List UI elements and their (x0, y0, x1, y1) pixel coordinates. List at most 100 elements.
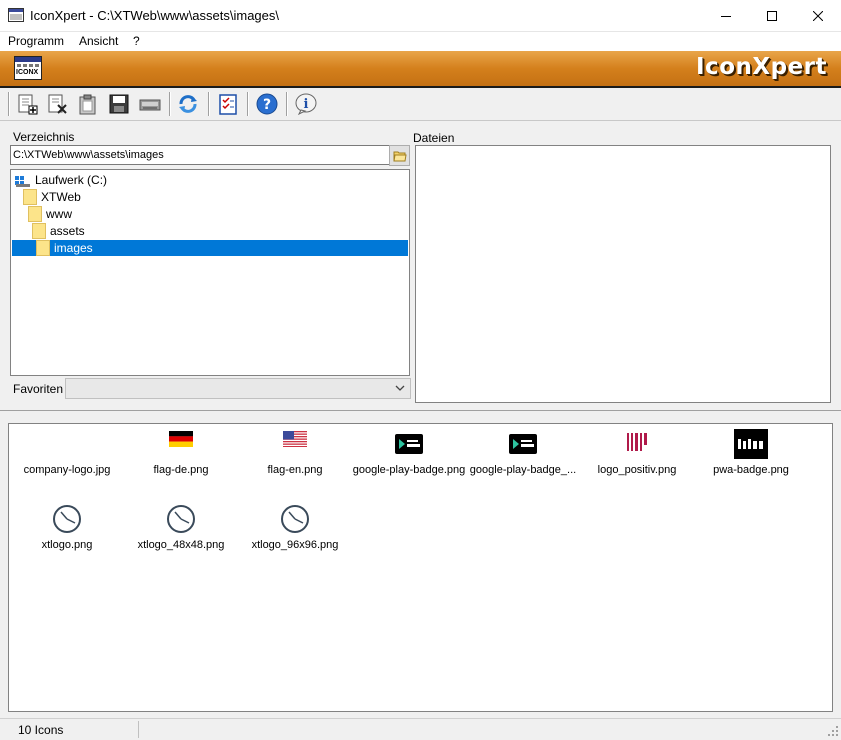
refresh-icon (179, 95, 197, 113)
save-disk-icon (109, 94, 129, 114)
open-folder-icon (392, 151, 407, 161)
toolbar-separator (169, 92, 171, 116)
browse-folder-button[interactable] (389, 145, 410, 166)
files-label: Dateien (413, 131, 455, 145)
toolbar-separator (208, 92, 210, 116)
iconx-logo-icon: ICONX (14, 56, 42, 80)
info-icon: i (295, 93, 317, 115)
chevron-down-icon (395, 385, 405, 391)
maximize-button[interactable] (749, 0, 795, 31)
icon-item[interactable]: xtlogo_96x96.png (238, 502, 352, 562)
tree-item-label: images (54, 241, 93, 255)
paste-button[interactable] (75, 91, 101, 117)
menu-help[interactable]: ? (133, 34, 140, 48)
help-button[interactable]: ? (254, 91, 280, 117)
icon-item[interactable]: google-play-badge_... (466, 426, 580, 486)
tree-item-xtweb[interactable]: XTWeb (23, 189, 81, 205)
tree-item-images[interactable]: images (12, 240, 408, 256)
icon-label: google-play-badge_... (469, 464, 577, 476)
icon-label: flag-en.png (267, 464, 323, 476)
icon-item[interactable]: flag-de.png (124, 426, 238, 486)
pwa-badge-icon (734, 429, 768, 459)
minimize-icon (721, 15, 731, 17)
maximize-icon (767, 10, 777, 21)
favorites-label: Favoriten (13, 382, 64, 396)
icon-item[interactable]: xtlogo.png (10, 502, 124, 562)
folder-icon (23, 189, 37, 205)
minimize-button[interactable] (703, 0, 749, 31)
checklist-icon (219, 94, 237, 115)
new-icon-button[interactable] (14, 91, 40, 117)
title-bar: IconXpert - C:\XTWeb\www\assets\images\ (0, 0, 841, 32)
folder-icon (32, 223, 46, 239)
new-file-icon (18, 94, 38, 115)
info-button[interactable]: i (293, 91, 319, 117)
google-play-badge-icon (509, 434, 537, 454)
tree-item-label: www (46, 207, 72, 221)
icon-label: company-logo.jpg (23, 464, 111, 476)
splitter[interactable] (0, 410, 841, 411)
menu-programm[interactable]: Programm (8, 34, 64, 48)
status-bar: 10 Icons (0, 718, 841, 740)
banner-title: IconXpert (696, 54, 827, 80)
tree-item-assets[interactable]: assets (32, 223, 85, 239)
svg-text:?: ? (263, 97, 271, 113)
scan-button[interactable] (137, 91, 163, 117)
tree-item-drive[interactable]: Laufwerk (C:) (15, 172, 107, 188)
tree-item-label: assets (50, 224, 85, 238)
icon-label: pwa-badge.png (713, 464, 789, 476)
svg-text:i: i (304, 97, 309, 112)
close-button[interactable] (795, 0, 841, 31)
icon-item[interactable]: google-play-badge.png (352, 426, 466, 486)
toolbar-separator (8, 92, 10, 116)
folder-icon (28, 206, 42, 222)
folder-icon (36, 240, 50, 256)
scanner-icon (139, 99, 161, 111)
drive-icon (15, 175, 30, 187)
iconx-logo-text: ICONX (16, 69, 39, 76)
icon-preview-panel[interactable]: company-logo.jpg flag-de.png flag-en.png… (8, 423, 833, 712)
icon-item[interactable]: company-logo.jpg (10, 426, 124, 486)
resize-grip-icon[interactable] (827, 725, 839, 737)
app-icon (8, 8, 24, 22)
icon-item[interactable]: xtlogo_48x48.png (124, 502, 238, 562)
icon-label: google-play-badge.png (352, 464, 466, 476)
window-title: IconXpert - C:\XTWeb\www\assets\images\ (30, 8, 280, 23)
favorites-select[interactable] (65, 378, 411, 399)
icon-label: flag-de.png (153, 464, 209, 476)
clock-icon (53, 505, 81, 533)
directory-label: Verzeichnis (13, 130, 75, 144)
icon-label: xtlogo_48x48.png (137, 539, 225, 551)
status-text: 10 Icons (18, 723, 64, 737)
tree-item-www[interactable]: www (28, 206, 72, 222)
icon-item[interactable]: logo_positiv.png (580, 426, 694, 486)
save-button[interactable] (106, 91, 132, 117)
delete-button[interactable] (44, 91, 70, 117)
icon-item[interactable]: flag-en.png (238, 426, 352, 486)
menu-bar: Programm Ansicht ? (0, 32, 841, 51)
flag-de-icon (169, 431, 193, 447)
icon-item[interactable]: pwa-badge.png (694, 426, 808, 486)
flag-us-icon (283, 431, 307, 447)
directory-path-input[interactable]: C:\XTWeb\www\assets\images (10, 145, 390, 165)
icon-label: logo_positiv.png (597, 464, 677, 476)
app-banner: ICONX IconXpert (0, 51, 841, 88)
menu-ansicht[interactable]: Ansicht (79, 34, 118, 48)
logo-positiv-icon (627, 433, 647, 451)
icon-label: xtlogo.png (41, 539, 93, 551)
delete-file-icon (48, 94, 67, 114)
icon-label: xtlogo_96x96.png (251, 539, 339, 551)
clock-icon (281, 505, 309, 533)
files-list[interactable] (415, 145, 831, 403)
clipboard-icon (79, 94, 96, 115)
close-icon (813, 10, 823, 21)
tree-item-label: XTWeb (41, 190, 81, 204)
toolbar-separator (286, 92, 288, 116)
toolbar: ? i (0, 88, 841, 121)
directory-tree[interactable]: Laufwerk (C:) XTWeb www assets images (10, 169, 410, 376)
refresh-button[interactable] (175, 91, 201, 117)
tree-item-label: Laufwerk (C:) (35, 173, 108, 187)
toolbar-separator (247, 92, 249, 116)
checklist-button[interactable] (215, 91, 241, 117)
google-play-badge-icon (395, 434, 423, 454)
